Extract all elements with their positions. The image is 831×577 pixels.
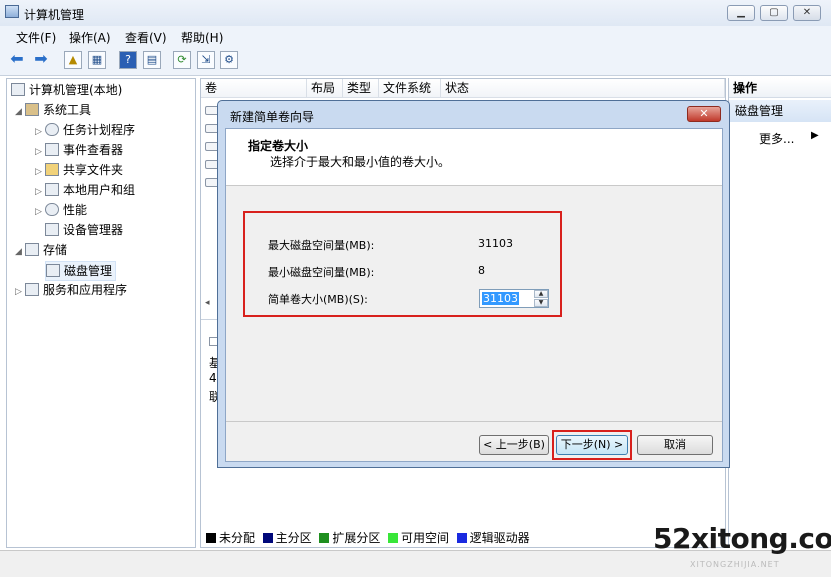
legend-logical: 逻辑驱动器 [456, 531, 530, 545]
min-space-value: 8 [478, 264, 485, 277]
dialog-body: 指定卷大小 选择介于最大和最小值的卷大小。 最大磁盘空间量(MB): 31103… [225, 128, 723, 462]
next-button[interactable]: 下一步(N) > [556, 435, 628, 455]
users-icon [45, 183, 59, 196]
tree-services-apps[interactable]: ▷ 服务和应用程序 [15, 281, 127, 299]
col-filesystem[interactable]: 文件系统 [379, 79, 441, 98]
wizard-step-title: 指定卷大小 [248, 139, 309, 153]
clock-icon [45, 123, 59, 136]
max-space-value: 31103 [478, 237, 513, 250]
performance-icon [45, 203, 59, 216]
menu-file[interactable]: 文件(F) [16, 29, 56, 46]
close-button[interactable]: ✕ [793, 5, 821, 21]
navigation-tree: 计算机管理(本地) ◢ 系统工具 ▷ 任务计划程序 ▷ 事件查看器 ▷ 共享文件夹 ▷ 本… [6, 78, 196, 548]
watermark: 52xitong.com [653, 522, 831, 555]
services-icon [25, 283, 39, 296]
volume-size-label: 简单卷大小(MB)(S): [268, 293, 368, 306]
min-space-label: 最小磁盘空间量(MB): [268, 266, 375, 279]
event-viewer-icon [45, 143, 59, 156]
toolbar: ⬅ ➡ ▲ ▦ ? ▤ ⟳ ⇲ ⚙ [0, 47, 831, 76]
col-volume[interactable]: 卷 [201, 79, 307, 98]
tree-event-viewer[interactable]: ▷ 事件查看器 [35, 141, 123, 159]
chevron-right-icon[interactable]: ▶ [811, 130, 819, 141]
menu-view[interactable]: 查看(V) [125, 29, 167, 46]
disk-legend: 未分配 主分区 扩展分区 可用空间 逻辑驱动器 [206, 529, 530, 546]
cancel-button[interactable]: 取消 [637, 435, 713, 455]
export-icon[interactable]: ⇲ [197, 51, 215, 69]
back-icon[interactable]: ⬅ [8, 51, 26, 69]
max-space-label: 最大磁盘空间量(MB): [268, 239, 375, 252]
volume-size-input[interactable]: 31103 [482, 292, 519, 305]
up-folder-icon[interactable]: ▲ [64, 51, 82, 69]
tree-system-tools[interactable]: ◢ 系统工具 [15, 101, 91, 119]
scroll-left-icon[interactable]: ◂ [205, 298, 210, 308]
legend-free-space: 可用空间 [387, 531, 449, 545]
menu-bar: 文件(F) 操作(A) 查看(V) 帮助(H) [0, 26, 831, 48]
legend-unallocated: 未分配 [206, 531, 255, 545]
minimize-button[interactable]: ▁ [727, 5, 755, 21]
disk-management-icon [46, 264, 60, 277]
dialog-title: 新建简单卷向导 [230, 110, 315, 124]
maximize-button[interactable]: ▢ [760, 5, 788, 21]
wizard-header: 指定卷大小 选择介于最大和最小值的卷大小。 [226, 129, 722, 186]
computer-icon [11, 83, 25, 96]
new-simple-volume-wizard: 新建简单卷向导 ✕ 指定卷大小 选择介于最大和最小值的卷大小。 最大磁盘空间量(… [217, 100, 730, 468]
tree-task-scheduler[interactable]: ▷ 任务计划程序 [35, 121, 135, 139]
actions-header: 操作 [729, 78, 831, 98]
spin-down-icon[interactable]: ▼ [534, 299, 548, 307]
legend-extended: 扩展分区 [319, 531, 380, 545]
menu-help[interactable]: 帮助(H) [181, 29, 223, 46]
tree-storage[interactable]: ◢ 存储 [15, 241, 67, 259]
col-status[interactable]: 状态 [441, 79, 725, 98]
back-button[interactable]: < 上一步(B) [479, 435, 549, 455]
dialog-close-button[interactable]: ✕ [687, 106, 721, 122]
col-type[interactable]: 类型 [343, 79, 379, 98]
spin-up-icon[interactable]: ▲ [534, 290, 548, 298]
actions-pane: 操作 磁盘管理 更多... ▶ [728, 78, 831, 548]
computer-management-icon [5, 5, 19, 18]
window-titlebar: 计算机管理 ▁ ▢ ✕ [0, 0, 831, 26]
legend-primary: 主分区 [262, 531, 312, 545]
shared-folder-icon [45, 163, 59, 176]
properties-icon[interactable]: ⚙ [220, 51, 238, 69]
dialog-separator [226, 421, 722, 422]
refresh-icon[interactable]: ⟳ [173, 51, 191, 69]
actions-section-disk-management[interactable]: 磁盘管理 [729, 100, 831, 122]
console-icon[interactable]: ▤ [143, 51, 161, 69]
tree-disk-management[interactable]: 磁盘管理 [45, 261, 117, 281]
tree-local-users[interactable]: ▷ 本地用户和组 [35, 181, 135, 199]
col-layout[interactable]: 布局 [307, 79, 343, 98]
actions-more[interactable]: 更多... [759, 130, 794, 147]
watermark-sub: XITONGZHIJIA.NET [690, 560, 780, 569]
tools-icon [25, 103, 39, 116]
show-tree-icon[interactable]: ▦ [88, 51, 106, 69]
forward-icon[interactable]: ➡ [32, 51, 50, 69]
volume-size-stepper[interactable]: 31103 ▲ ▼ [479, 289, 549, 308]
storage-icon [25, 243, 39, 256]
window-title: 计算机管理 [24, 8, 85, 22]
menu-action[interactable]: 操作(A) [69, 29, 111, 46]
tree-device-manager[interactable]: 设备管理器 [45, 221, 123, 239]
help-icon[interactable]: ? [119, 51, 137, 69]
device-manager-icon [45, 223, 59, 236]
tree-performance[interactable]: ▷ 性能 [35, 201, 87, 219]
tree-root[interactable]: 计算机管理(本地) [11, 81, 122, 99]
tree-shared-folders[interactable]: ▷ 共享文件夹 [35, 161, 123, 179]
wizard-step-subtitle: 选择介于最大和最小值的卷大小。 [270, 155, 451, 169]
disk-info-fragment: 4 [209, 371, 217, 385]
